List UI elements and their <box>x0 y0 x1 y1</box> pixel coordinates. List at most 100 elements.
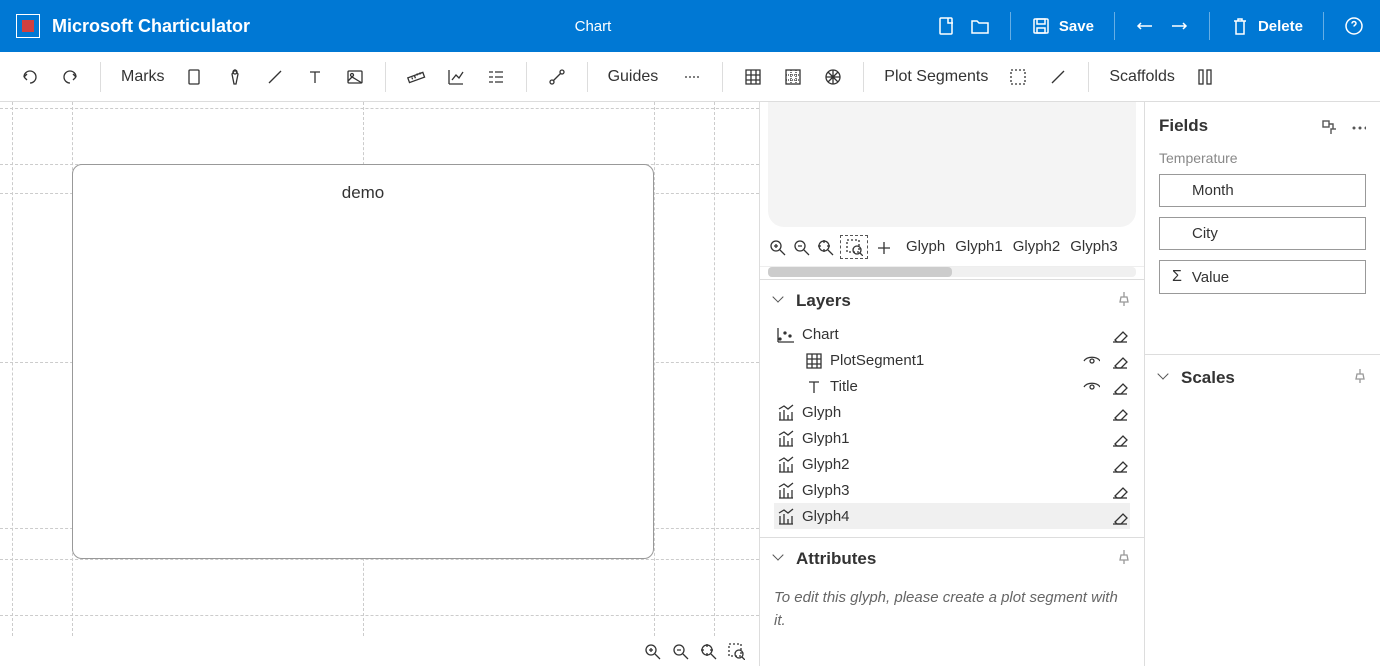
undo-button[interactable] <box>12 59 48 95</box>
link-icon[interactable] <box>539 59 575 95</box>
attributes-message: To edit this glyph, please create a plot… <box>760 579 1144 646</box>
mark-image-icon[interactable] <box>337 59 373 95</box>
plot-segments-label: Plot Segments <box>884 68 988 86</box>
plotsegment-icon <box>804 351 822 369</box>
eye-icon[interactable] <box>1082 377 1100 395</box>
text-icon <box>804 377 822 395</box>
field-pill[interactable]: Σ Value <box>1159 260 1366 294</box>
scaffolds-label: Scaffolds <box>1109 68 1175 86</box>
legend-icon[interactable] <box>478 59 514 95</box>
glyph-icon <box>776 455 794 473</box>
glyph-zoom-out-icon[interactable] <box>792 238 810 256</box>
glyph-tab[interactable]: Glyph3 <box>1070 238 1118 255</box>
erase-icon[interactable] <box>1110 377 1128 395</box>
glyph-tab[interactable]: Glyph1 <box>955 238 1003 255</box>
segment-line-icon[interactable] <box>1040 59 1076 95</box>
toolbar: Marks Guides Plot Segments Scaffolds <box>0 52 1380 102</box>
layer-item[interactable]: Glyph3 <box>774 477 1130 503</box>
marks-label: Marks <box>121 68 165 86</box>
mark-text-icon[interactable] <box>297 59 333 95</box>
field-label: Value <box>1192 269 1229 286</box>
field-pill[interactable]: City <box>1159 217 1366 250</box>
erase-icon[interactable] <box>1110 351 1128 369</box>
erase-icon[interactable] <box>1110 455 1128 473</box>
redo-button[interactable] <box>52 59 88 95</box>
polar-icon[interactable] <box>815 59 851 95</box>
glyph-zoom-area-icon[interactable] <box>845 238 863 256</box>
zoom-area-icon[interactable] <box>727 642 745 660</box>
glyph-tab[interactable]: Glyph2 <box>1013 238 1061 255</box>
erase-icon[interactable] <box>1110 403 1128 421</box>
field-label: City <box>1192 225 1218 242</box>
chart-icon <box>776 325 794 343</box>
guides-label: Guides <box>608 68 659 86</box>
erase-icon[interactable] <box>1110 429 1128 447</box>
scales-header: Scales <box>1181 368 1235 388</box>
layer-item[interactable]: Chart <box>774 321 1130 347</box>
more-icon[interactable] <box>1350 118 1366 134</box>
erase-icon[interactable] <box>1110 507 1128 525</box>
mark-line-icon[interactable] <box>257 59 293 95</box>
layer-item-label: Glyph1 <box>802 430 850 447</box>
chart-name[interactable]: Chart <box>250 18 936 35</box>
data-axis-icon[interactable] <box>398 59 434 95</box>
layer-item[interactable]: PlotSegment1 <box>774 347 1130 373</box>
mark-symbol-icon[interactable] <box>217 59 253 95</box>
mark-rect-icon[interactable] <box>177 59 213 95</box>
layer-item-label: Chart <box>802 326 839 343</box>
zoom-out-icon[interactable] <box>671 642 689 660</box>
zoom-fit-icon[interactable] <box>699 642 717 660</box>
layer-item[interactable]: Glyph2 <box>774 451 1130 477</box>
glyph-preview[interactable] <box>768 102 1136 227</box>
eye-icon[interactable] <box>1082 351 1100 369</box>
fields-header: Fields <box>1159 116 1208 136</box>
open-button[interactable] <box>970 16 990 36</box>
scaffold-cols-icon[interactable] <box>1187 59 1223 95</box>
export-right-icon[interactable] <box>1169 16 1189 36</box>
export-left-icon[interactable] <box>1135 16 1155 36</box>
grid-icon[interactable] <box>735 59 771 95</box>
new-button[interactable] <box>936 16 956 36</box>
nested-chart-icon[interactable] <box>438 59 474 95</box>
layers-chevron-icon[interactable] <box>774 295 786 307</box>
canvas-panel[interactable]: demo <box>0 102 760 666</box>
glyph-toolbar: Glyph Glyph1 Glyph2 Glyph3 <box>760 227 1144 267</box>
help-button[interactable] <box>1344 16 1364 36</box>
guide-icon[interactable] <box>674 59 710 95</box>
attributes-pin-icon[interactable] <box>1114 548 1130 569</box>
scales-chevron-icon[interactable] <box>1159 372 1171 384</box>
erase-icon[interactable] <box>1110 325 1128 343</box>
canvas-zoom-controls <box>643 642 745 660</box>
layers-pin-icon[interactable] <box>1114 290 1130 311</box>
zoom-in-icon[interactable] <box>643 642 661 660</box>
layers-header: Layers <box>796 291 851 311</box>
grid-dashed-icon[interactable] <box>775 59 811 95</box>
segment-rect-icon[interactable] <box>1000 59 1036 95</box>
glyph-tab[interactable]: Glyph <box>906 238 945 255</box>
derive-columns-icon[interactable] <box>1320 118 1336 134</box>
layer-item[interactable]: Glyph1 <box>774 425 1130 451</box>
layer-item[interactable]: Glyph <box>774 399 1130 425</box>
erase-icon[interactable] <box>1110 481 1128 499</box>
save-button[interactable]: Save <box>1031 16 1094 36</box>
glyph-zoom-in-icon[interactable] <box>768 238 786 256</box>
fields-group-label: Temperature <box>1145 150 1380 174</box>
delete-button[interactable]: Delete <box>1230 16 1303 36</box>
chart-title[interactable]: demo <box>73 183 653 203</box>
glyph-scrollbar[interactable] <box>768 267 1136 277</box>
glyph-icon <box>776 507 794 525</box>
field-label: Month <box>1192 182 1234 199</box>
glyph-add-icon[interactable] <box>874 238 892 256</box>
sigma-icon: Σ <box>1172 268 1182 286</box>
layer-item[interactable]: Glyph4 <box>774 503 1130 529</box>
attributes-chevron-icon[interactable] <box>774 553 786 565</box>
field-pill[interactable]: Month <box>1159 174 1366 207</box>
glyph-icon <box>776 403 794 421</box>
attributes-panel: Attributes To edit this glyph, please cr… <box>760 537 1144 646</box>
layer-item-label: Glyph3 <box>802 482 850 499</box>
scales-pin-icon[interactable] <box>1350 367 1366 388</box>
layer-item[interactable]: Title <box>774 373 1130 399</box>
app-header: Microsoft Charticulator Chart Save Delet… <box>0 0 1380 52</box>
chart-frame[interactable]: demo <box>72 164 654 559</box>
glyph-zoom-fit-icon[interactable] <box>816 238 834 256</box>
